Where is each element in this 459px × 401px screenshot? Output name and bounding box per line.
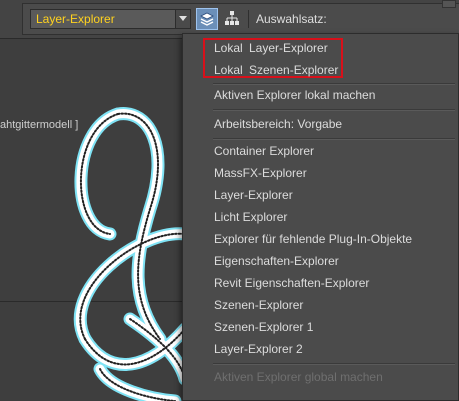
menu-item-properties-explorer[interactable]: Eigenschaften-Explorer [214, 251, 339, 271]
menu-item-local-layer-explorer[interactable]: Lokal Layer-Explorer [214, 38, 328, 58]
menu-item-local-scene-explorer[interactable]: Lokal Szenen-Explorer [214, 60, 338, 80]
menu-item-revit-properties-explorer[interactable]: Revit Eigenschaften-Explorer [214, 273, 369, 293]
layers-explorer-icon [200, 12, 214, 26]
explorer-select-value: Layer-Explorer [36, 12, 115, 26]
hierarchy-explorer-button[interactable] [222, 8, 244, 30]
menu-item-make-local[interactable]: Aktiven Explorer lokal machen [214, 85, 375, 105]
toolbar-divider [248, 10, 249, 28]
dropdown-arrow-button[interactable] [175, 10, 190, 28]
explorer-select-dropdown[interactable]: Layer-Explorer [30, 9, 191, 29]
menu-item-layer-explorer[interactable]: Layer-Explorer [214, 185, 293, 205]
menu-item-scene-explorer-1[interactable]: Szenen-Explorer 1 [214, 317, 313, 337]
menu-item-label: Szenen-Explorer [249, 63, 339, 77]
menu-item-workspace[interactable]: Arbeitsbereich: Vorgabe [214, 114, 342, 134]
layers-explorer-button[interactable] [196, 8, 218, 30]
menu-item-scene-explorer[interactable]: Szenen-Explorer [214, 295, 303, 315]
menu-separator [213, 109, 455, 111]
local-prefix: Lokal [214, 63, 243, 77]
explorer-context-menu: Lokal Layer-Explorer Lokal Szenen-Explorer… [182, 33, 459, 401]
menu-item-light-explorer[interactable]: Licht Explorer [214, 207, 287, 227]
menu-item-massfx-explorer[interactable]: MassFX-Explorer [214, 163, 307, 183]
selection-set-label: Auswahlsatz: [256, 12, 327, 26]
chevron-down-icon [179, 16, 187, 21]
menu-item-layer-explorer-2[interactable]: Layer-Explorer 2 [214, 339, 303, 359]
wireframe-object[interactable] [0, 39, 190, 401]
menu-item-container-explorer[interactable]: Container Explorer [214, 141, 314, 161]
menu-separator [213, 138, 455, 140]
local-prefix: Lokal [214, 41, 243, 55]
menu-item-missing-plugins-explorer[interactable]: Explorer für fehlende Plug-In-Objekte [214, 229, 412, 249]
toolbar-scroll-handle[interactable] [442, 0, 456, 8]
menu-item-make-global: Aktiven Explorer global machen [214, 370, 383, 384]
menu-separator [213, 363, 455, 365]
hierarchy-icon [225, 11, 239, 25]
menu-item-label: Layer-Explorer [249, 41, 328, 55]
